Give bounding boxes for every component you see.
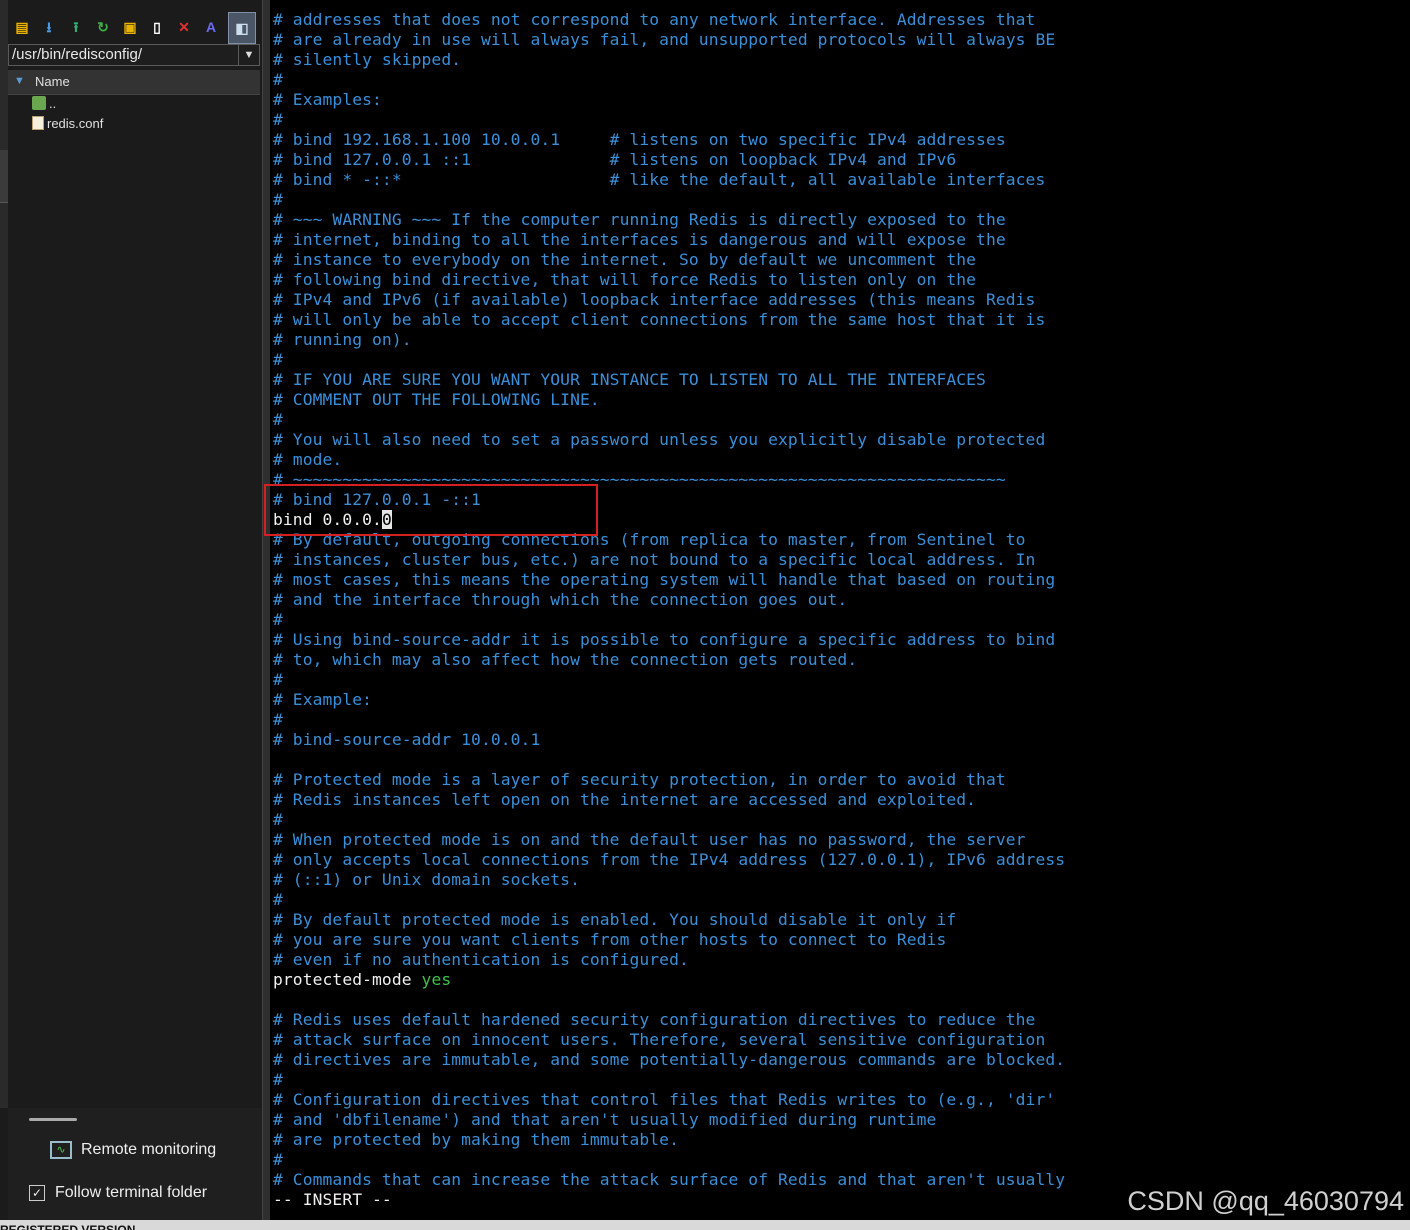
upload-icon[interactable]: ⭱ xyxy=(66,17,86,37)
config-line: # IPv4 and IPv6 (if available) loopback … xyxy=(273,290,1036,309)
config-line: # ~~~ WARNING ~~~ If the computer runnin… xyxy=(273,210,1006,229)
new-file-icon[interactable]: ▯ xyxy=(147,17,167,37)
file-row-parent[interactable]: .. xyxy=(32,96,56,116)
config-line: # following bind directive, that will fo… xyxy=(273,270,977,289)
column-header-name[interactable]: ▼ Name xyxy=(8,70,260,95)
config-line: # silently skipped. xyxy=(273,50,462,69)
file-toolbar: ▤ ⭳ ⭱ ↻ ▣ ▯ ✕ A ◧ xyxy=(8,10,262,44)
config-line: # are already in use will always fail, a… xyxy=(273,30,1056,49)
config-line: # running on). xyxy=(273,330,412,349)
config-line: # bind 127.0.0.1 ::1 # listens on loopba… xyxy=(273,150,957,169)
split-view-icon[interactable]: ◧ xyxy=(228,12,256,44)
registered-version-label: REGISTERED VERSION xyxy=(0,1223,136,1230)
config-line: # and the interface through which the co… xyxy=(273,590,848,609)
config-line: # Configuration directives that control … xyxy=(273,1090,1056,1109)
config-line: # xyxy=(273,710,283,729)
config-line: # Commands that can increase the attack … xyxy=(273,1170,1066,1189)
config-line: # You will also need to set a password u… xyxy=(273,430,1046,449)
config-line: # instance to everybody on the internet.… xyxy=(273,250,977,269)
sidebar-edge-strip xyxy=(0,0,8,1108)
config-line: # attack surface on innocent users. Ther… xyxy=(273,1030,1046,1049)
config-line: # COMMENT OUT THE FOLLOWING LINE. xyxy=(273,390,600,409)
config-line: # Redis instances left open on the inter… xyxy=(273,790,977,809)
annotation-highlight-box xyxy=(264,484,598,536)
path-input[interactable]: /usr/bin/redisconfig/ xyxy=(12,46,142,63)
config-line: # xyxy=(273,70,283,89)
config-line: # Redis uses default hardened security c… xyxy=(273,1010,1036,1029)
terminal-pane[interactable]: # addresses that does not correspond to … xyxy=(270,0,1410,1220)
file-icon xyxy=(32,116,44,130)
download-icon[interactable]: ⭳ xyxy=(39,17,59,37)
column-header-label: Name xyxy=(35,74,70,89)
config-line: # are protected by making them immutable… xyxy=(273,1130,679,1149)
config-line: # By default protected mode is enabled. … xyxy=(273,910,957,929)
config-line: # xyxy=(273,110,283,129)
file-row-redis-conf[interactable]: redis.conf xyxy=(32,116,103,136)
terminal-text: # addresses that does not correspond to … xyxy=(273,10,1065,1210)
config-line: # xyxy=(273,810,283,829)
config-line: # Protected mode is a layer of security … xyxy=(273,770,1006,789)
sort-triangle-icon: ▼ xyxy=(14,75,25,87)
config-line: # xyxy=(273,670,283,689)
file-row-label: .. xyxy=(49,96,57,111)
text-editor-icon[interactable]: A xyxy=(201,17,221,37)
config-line: # (::1) or Unix domain sockets. xyxy=(273,870,580,889)
vim-mode-status: -- INSERT -- xyxy=(273,1190,392,1209)
config-line: # xyxy=(273,610,283,629)
config-line: # xyxy=(273,890,283,909)
chevron-down-icon[interactable]: ▼ xyxy=(238,45,259,65)
config-line: # bind-source-addr 10.0.0.1 xyxy=(273,730,541,749)
config-line: # you are sure you want clients from oth… xyxy=(273,930,947,949)
config-line: # xyxy=(273,410,283,429)
config-line: # xyxy=(273,350,283,369)
config-key: protected-mode xyxy=(273,970,422,989)
config-line: # xyxy=(273,1070,283,1089)
config-line: # only accepts local connections from th… xyxy=(273,850,1066,869)
config-value: yes xyxy=(421,970,452,989)
config-line: # xyxy=(273,1150,283,1169)
config-line xyxy=(273,750,1065,770)
config-line: # addresses that does not correspond to … xyxy=(273,10,1036,29)
follow-terminal-folder-checkbox[interactable]: ✓ xyxy=(29,1185,45,1201)
config-line: # bind 192.168.1.100 10.0.0.1 # listens … xyxy=(273,130,1006,149)
panel-resize-grip[interactable] xyxy=(29,1118,77,1121)
config-line: # xyxy=(273,190,283,209)
status-bar: REGISTERED VERSION xyxy=(0,1220,1410,1230)
config-line: # When protected mode is on and the defa… xyxy=(273,830,1026,849)
config-line: # instances, cluster bus, etc.) are not … xyxy=(273,550,1036,569)
file-browser-sidebar: ▤ ⭳ ⭱ ↻ ▣ ▯ ✕ A ◧ /usr/bin/redisconfig/ ▼ ▼ Name… xyxy=(0,0,262,1230)
config-line: # internet, binding to all the interface… xyxy=(273,230,1006,249)
config-line: # directives are immutable, and some pot… xyxy=(273,1050,1066,1069)
sidebar-footer: ∿ Remote monitoring ✓ Follow terminal fo… xyxy=(8,1108,262,1230)
config-line xyxy=(273,990,1065,1010)
path-combobox[interactable]: /usr/bin/redisconfig/ ▼ xyxy=(8,44,260,66)
config-line: # mode. xyxy=(273,450,343,469)
config-line: # even if no authentication is configure… xyxy=(273,950,689,969)
parent-folder-icon xyxy=(32,96,46,110)
monitor-icon: ∿ xyxy=(50,1141,72,1159)
sidebar-edge-marker xyxy=(0,150,8,203)
remote-monitoring-label: Remote monitoring xyxy=(81,1141,217,1158)
config-line: # Example: xyxy=(273,690,373,709)
config-line: # Examples: xyxy=(273,90,382,109)
sidebar-splitter[interactable] xyxy=(262,0,270,1230)
file-row-label: redis.conf xyxy=(47,116,104,131)
follow-terminal-folder-label: Follow terminal folder xyxy=(55,1184,208,1201)
config-line: # to, which may also affect how the conn… xyxy=(273,650,858,669)
delete-icon[interactable]: ✕ xyxy=(174,17,194,37)
watermark: CSDN @qq_46030794 xyxy=(1127,1186,1404,1216)
config-line: # most cases, this means the operating s… xyxy=(273,570,1056,589)
config-line: # IF YOU ARE SURE YOU WANT YOUR INSTANCE… xyxy=(273,370,986,389)
config-line: # Using bind-source-addr it is possible … xyxy=(273,630,1056,649)
config-line: # and 'dbfilename') and that aren't usua… xyxy=(273,1110,937,1129)
new-folder-icon[interactable]: ▣ xyxy=(120,17,140,37)
open-folder-icon[interactable]: ▤ xyxy=(12,17,32,37)
refresh-icon[interactable]: ↻ xyxy=(93,17,113,37)
protected-mode-line: protected-mode yes xyxy=(273,970,1065,990)
config-line: # bind * -::* # like the default, all av… xyxy=(273,170,1046,189)
config-line: # will only be able to accept client con… xyxy=(273,310,1046,329)
